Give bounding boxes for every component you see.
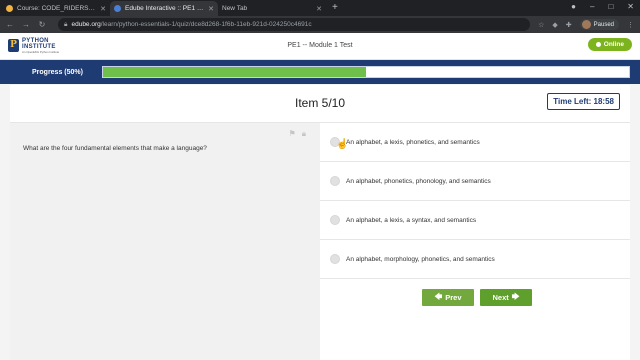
menu-kebab-icon[interactable]: ⋮	[627, 21, 634, 29]
browser-tab-course[interactable]: Course: CODE_RIDERS_SIT Sitara ✕	[2, 1, 110, 16]
answer-label: An alphabet, phonetics, phonology, and s…	[346, 177, 491, 185]
progress-fill	[103, 67, 366, 77]
answer-label: An alphabet, a lexis, phonetics, and sem…	[346, 138, 480, 146]
item-header: Item 5/10 Time Left: 18:58	[10, 85, 630, 123]
radio-button[interactable]	[330, 254, 340, 264]
nav-buttons: 🡄 Prev Next 🡆	[422, 289, 532, 306]
profile-paused-chip[interactable]: Paused	[579, 19, 619, 30]
address-bar[interactable]: 🔒︎ edube.org/learn/python-essentials-1/q…	[58, 18, 531, 31]
forward-icon[interactable]: →	[22, 20, 30, 29]
flag-icon[interactable]: ⚑	[289, 129, 296, 139]
answer-label: An alphabet, morphology, phonetics, and …	[346, 255, 495, 263]
minimize-icon[interactable]: –	[590, 2, 594, 11]
progress-label: Progress (50%)	[32, 68, 83, 76]
prev-label: Prev	[445, 293, 462, 302]
answer-option[interactable]: An alphabet, phonetics, phonology, and s…	[320, 162, 630, 201]
arrow-right-icon: 🡆	[511, 292, 520, 301]
logo-line-3: An OpenEDG Python Institute	[22, 50, 60, 55]
close-tab-icon[interactable]: ✕	[100, 5, 106, 13]
online-status-badge: Online	[587, 38, 632, 51]
tab-title: New Tab	[222, 5, 248, 12]
browser-tab-edube[interactable]: Edube Interactive :: PE1 -- Modu ✕	[110, 1, 218, 16]
tab-title: Course: CODE_RIDERS_SIT Sitara	[17, 5, 97, 12]
site-header: P PYTHON INSTITUTE An OpenEDG Python Ins…	[0, 33, 640, 60]
question-pane: ⚑ 🔒︎ What are the four fundamental eleme…	[10, 123, 320, 360]
close-tab-icon[interactable]: ✕	[208, 5, 214, 13]
url-path: /learn/python-essentials-1/quiz/dce8d268…	[100, 21, 312, 28]
maximize-icon[interactable]: □	[608, 2, 613, 11]
item-title: Item 5/10	[294, 96, 346, 110]
answer-option[interactable]: An alphabet, morphology, phonetics, and …	[320, 240, 630, 279]
time-left-box: Time Left: 18:58	[547, 93, 620, 110]
bookmark-star-icon[interactable]: ☆	[538, 21, 544, 29]
course-favicon-icon	[6, 5, 13, 12]
browser-tab-strip: Course: CODE_RIDERS_SIT Sitara ✕ Edube I…	[0, 0, 640, 16]
profile-status: Paused	[593, 21, 614, 28]
prev-button[interactable]: 🡄 Prev	[422, 289, 474, 306]
online-label: Online	[603, 41, 624, 48]
radio-button[interactable]	[330, 215, 340, 225]
next-label: Next	[492, 293, 509, 302]
answers-pane: An alphabet, a lexis, phonetics, and sem…	[320, 123, 630, 360]
puzzle-extensions-icon[interactable]: ✚	[566, 21, 572, 29]
screen: Course: CODE_RIDERS_SIT Sitara ✕ Edube I…	[0, 0, 640, 360]
avatar	[581, 20, 591, 29]
new-tab-button[interactable]: +	[332, 1, 338, 16]
answer-option[interactable]: An alphabet, a lexis, phonetics, and sem…	[320, 123, 630, 162]
browser-tab-new[interactable]: New Tab ✕	[218, 1, 326, 16]
close-tab-icon[interactable]: ✕	[316, 5, 322, 13]
arrow-left-icon: 🡄	[434, 292, 443, 301]
progress-band: Progress (50%)	[0, 60, 640, 84]
quiz-card: Item 5/10 Time Left: 18:58 ⚑ 🔒︎ What are…	[10, 85, 630, 360]
progress-bar	[102, 66, 630, 78]
edube-page: P PYTHON INSTITUTE An OpenEDG Python Ins…	[0, 33, 640, 360]
back-icon[interactable]: ←	[6, 20, 14, 29]
question-text: What are the four fundamental elements t…	[23, 145, 207, 152]
window-controls: ● – □ ✕	[571, 2, 634, 11]
url-host: edube.org	[71, 21, 101, 28]
close-window-icon[interactable]: ✕	[627, 2, 634, 11]
answer-option[interactable]: An alphabet, a lexis, a syntax, and sema…	[320, 201, 630, 240]
tab-title: Edube Interactive :: PE1 -- Modu	[125, 5, 204, 12]
answer-label: An alphabet, a lexis, a syntax, and sema…	[346, 216, 477, 224]
radio-button[interactable]	[330, 176, 340, 186]
profile-icon[interactable]: ●	[571, 2, 576, 11]
reload-icon[interactable]: ↻	[38, 20, 46, 29]
status-dot-icon	[595, 42, 601, 47]
test-name: PE1 -- Module 1 Test	[287, 42, 353, 49]
lock-icon[interactable]: 🔒︎	[302, 129, 306, 139]
extension-icon[interactable]: ◆	[552, 21, 557, 29]
browser-toolbar: ← → ↻ 🔒︎ edube.org/learn/python-essentia…	[0, 16, 640, 33]
edube-favicon-icon	[114, 5, 121, 12]
lock-icon: 🔒︎	[64, 20, 68, 28]
next-button[interactable]: Next 🡆	[480, 289, 532, 306]
mouse-cursor-icon: ☝	[336, 139, 349, 150]
question-tools: ⚑ 🔒︎	[289, 129, 306, 139]
